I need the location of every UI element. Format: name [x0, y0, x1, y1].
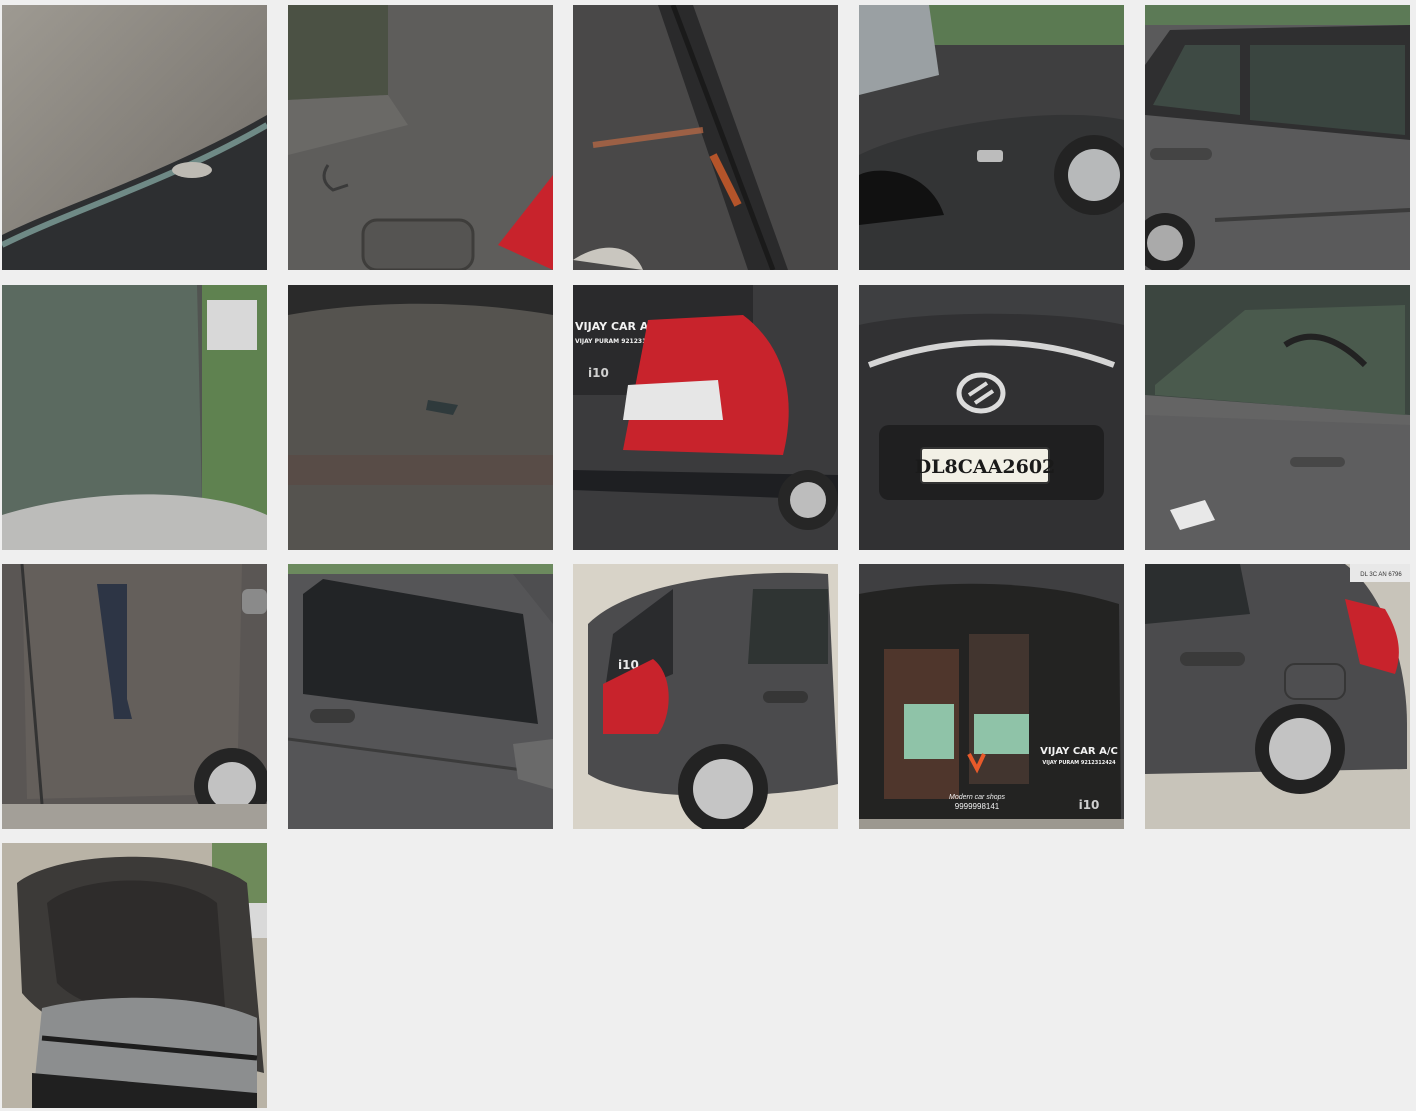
- photo-thumbnail-7[interactable]: [288, 285, 553, 550]
- photo-thumbnail-13[interactable]: i10: [573, 564, 838, 829]
- photo-11-image: [2, 564, 267, 829]
- photo-14-sticker-line1: VIJAY CAR A/C: [1040, 746, 1118, 757]
- photo-thumbnail-4[interactable]: [859, 5, 1124, 270]
- photo-thumbnail-11[interactable]: [2, 564, 267, 829]
- photo-1-image: [2, 5, 267, 270]
- photo-10-image: [1145, 285, 1410, 550]
- photo-4-image: [859, 5, 1124, 270]
- photo-14-phone-text: 9999998141: [955, 802, 1000, 811]
- photo-thumbnail-6[interactable]: [2, 285, 267, 550]
- photo-9-license-plate-text: DL8CAA2602: [915, 456, 1056, 478]
- photo-thumbnail-8[interactable]: VIJAY CAR A/C VIJAY PURAM 9212312424 i10: [573, 285, 838, 550]
- photo-thumbnail-14[interactable]: VIJAY CAR A/C VIJAY PURAM 9212312424 Mod…: [859, 564, 1124, 829]
- photo-thumbnail-10[interactable]: [1145, 285, 1410, 550]
- photo-thumbnail-1[interactable]: [2, 5, 267, 270]
- photo-16-image: [2, 843, 267, 1108]
- photo-6-image: [2, 285, 267, 550]
- photo-14-model-badge: i10: [1079, 798, 1100, 812]
- photo-15-image: DL 3C AN 6796: [1145, 564, 1410, 829]
- photo-thumbnail-12[interactable]: [288, 564, 553, 829]
- photo-gallery: VIJAY CAR A/C VIJAY PURAM 9212312424 i10…: [0, 0, 1416, 1111]
- photo-14-brand-text: Modern car shops: [949, 794, 1006, 801]
- photo-thumbnail-2[interactable]: [288, 5, 553, 270]
- photo-7-image: [288, 285, 553, 550]
- photo-3-image: [573, 5, 838, 270]
- photo-9-image: DL8CAA2602: [859, 285, 1124, 550]
- photo-thumbnail-15[interactable]: DL 3C AN 6796: [1145, 564, 1410, 829]
- photo-5-image: [1145, 5, 1410, 270]
- photo-2-image: [288, 5, 553, 270]
- photo-thumbnail-3[interactable]: [573, 5, 838, 270]
- photo-13-image: i10: [573, 564, 838, 829]
- photo-14-sticker-line2: VIJAY PURAM 9212312424: [1042, 760, 1116, 766]
- photo-14-image: VIJAY CAR A/C VIJAY PURAM 9212312424 Mod…: [859, 564, 1124, 829]
- photo-12-image: [288, 564, 553, 829]
- photo-thumbnail-9[interactable]: DL8CAA2602: [859, 285, 1124, 550]
- photo-8-image: VIJAY CAR A/C VIJAY PURAM 9212312424 i10: [573, 285, 838, 550]
- photo-thumbnail-16[interactable]: [2, 843, 267, 1108]
- photo-8-model-badge: i10: [588, 366, 609, 380]
- photo-thumbnail-5[interactable]: [1145, 5, 1410, 270]
- photo-15-license-plate-text: DL 3C AN 6796: [1360, 572, 1402, 578]
